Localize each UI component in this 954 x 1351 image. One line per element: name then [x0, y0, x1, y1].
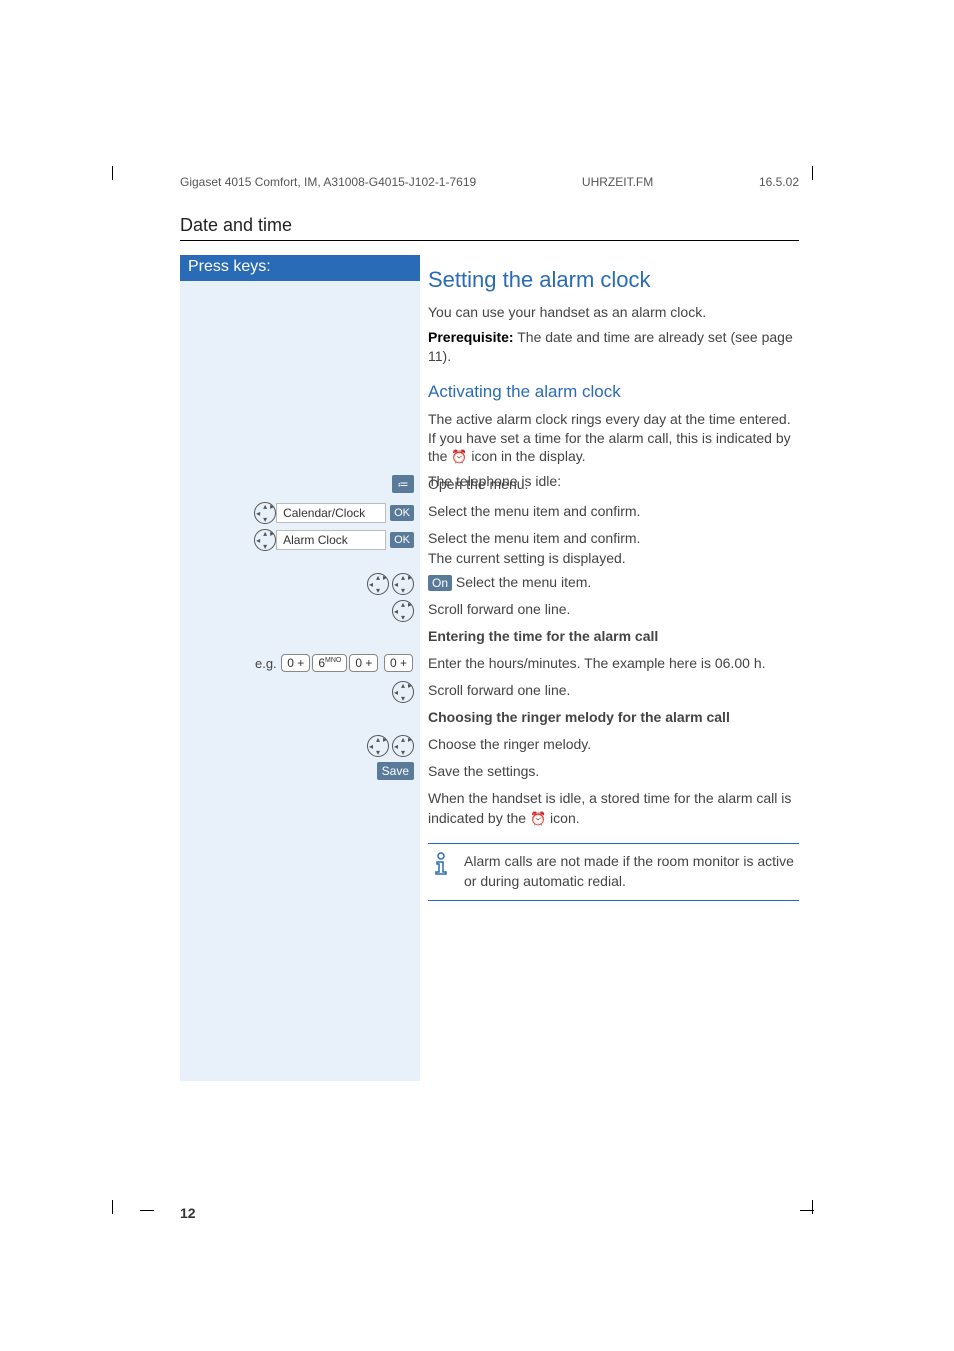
stored-a: When the handset is idle, a stored time …	[428, 790, 791, 826]
info-text: Alarm calls are not made if the room mon…	[464, 852, 795, 891]
alarm-desc-a: Select the menu item and confirm.	[428, 530, 640, 546]
activating-desc: The active alarm clock rings every day a…	[428, 410, 799, 467]
enter-desc: Enter the hours/minutes. The example her…	[420, 654, 799, 674]
row-info-box: Alarm calls are not made if the room mon…	[180, 833, 799, 900]
row-calendar: ◂▸ Calendar/Clock OK Select the menu ite…	[180, 502, 799, 524]
ok-badge: OK	[390, 505, 414, 521]
crop-mark	[112, 166, 113, 180]
info-icon	[432, 852, 450, 891]
activating-desc-b: icon in the display.	[468, 448, 586, 464]
intro-text: You can use your handset as an alarm clo…	[428, 303, 799, 322]
alarm-icon: ⏰	[530, 811, 546, 826]
doc-date: 16.5.02	[759, 175, 799, 189]
instruction-rows: ≔ Open the menu. ◂▸ Calendar/Clock OK Se…	[180, 470, 799, 906]
dpad-icon: ◂▸	[392, 681, 414, 703]
row-open-menu: ≔ Open the menu.	[180, 475, 799, 497]
on-text: Select the menu item.	[452, 574, 591, 590]
scroll2-text: Scroll forward one line.	[420, 681, 799, 701]
crop-mark	[812, 1200, 813, 1214]
section-title: Date and time	[180, 215, 799, 241]
dpad-icon: ◂▸	[392, 735, 414, 757]
press-keys-heading: Press keys:	[180, 255, 420, 281]
dpad-icon: ◂▸	[254, 502, 276, 524]
row-on: ◂▸ ◂▸ On Select the menu item.	[180, 573, 799, 595]
on-badge: On	[428, 575, 452, 591]
crop-mark	[140, 1210, 154, 1211]
save-badge: Save	[377, 762, 414, 780]
dpad-icon: ◂▸	[392, 573, 414, 595]
alarm-desc-b: The current setting is displayed.	[428, 550, 626, 566]
alarm-icon: ⏰	[451, 449, 467, 464]
eg-label: e.g.	[255, 656, 277, 671]
row-choosing-heading: Choosing the ringer melody for the alarm…	[180, 708, 799, 730]
doc-id: Gigaset 4015 Comfort, IM, A31008-G4015-J…	[180, 175, 476, 189]
content-column: Setting the alarm clock You can use your…	[428, 261, 799, 497]
info-box: Alarm calls are not made if the room mon…	[428, 843, 799, 900]
keycap-6: 6MNO	[312, 654, 347, 672]
row-entering-heading: Entering the time for the alarm call	[180, 627, 799, 649]
crop-mark	[812, 166, 813, 180]
keycap-0: 0 +	[281, 654, 310, 672]
row-choose-melody: ◂▸ ◂▸ Choose the ringer melody.	[180, 735, 799, 757]
open-menu-text: Open the menu.	[420, 475, 799, 495]
keycap-0: 0 +	[349, 654, 378, 672]
dpad-icon: ◂▸	[367, 735, 389, 757]
heading-activating: Activating the alarm clock	[428, 382, 799, 402]
heading-setting-alarm: Setting the alarm clock	[428, 267, 799, 293]
dpad-icon: ◂▸	[254, 529, 276, 551]
row-example-keys: e.g. 0 + 6MNO 0 + 0 + Enter the hours/mi…	[180, 654, 799, 676]
file-name: UHRZEIT.FM	[582, 175, 653, 189]
calendar-desc: Select the menu item and confirm.	[420, 502, 799, 522]
save-desc: Save the settings.	[420, 762, 799, 782]
row-scroll2: ◂▸ Scroll forward one line.	[180, 681, 799, 703]
running-header: Gigaset 4015 Comfort, IM, A31008-G4015-J…	[180, 175, 799, 189]
row-save: Save Save the settings.	[180, 762, 799, 784]
ok-badge: OK	[390, 532, 414, 548]
scroll1-text: Scroll forward one line.	[420, 600, 799, 620]
keycap-0: 0 +	[384, 654, 413, 672]
menu-item-alarm: Alarm Clock	[276, 530, 386, 550]
entering-heading: Entering the time for the alarm call	[420, 627, 799, 647]
row-stored-note: When the handset is idle, a stored time …	[180, 789, 799, 828]
on-desc: On Select the menu item.	[420, 573, 799, 593]
stored-b: icon.	[546, 810, 579, 826]
choosing-heading: Choosing the ringer melody for the alarm…	[420, 708, 799, 728]
prerequisite-text: Prerequisite: The date and time are alre…	[428, 328, 799, 366]
dpad-icon: ◂▸	[367, 573, 389, 595]
choose-desc: Choose the ringer melody.	[420, 735, 799, 755]
row-alarm: ◂▸ Alarm Clock OK Select the menu item a…	[180, 529, 799, 568]
dpad-icon: ◂▸	[392, 600, 414, 622]
prerequisite-label: Prerequisite:	[428, 329, 514, 345]
menu-item-calendar: Calendar/Clock	[276, 503, 386, 523]
crop-mark	[112, 1200, 113, 1214]
alarm-desc: Select the menu item and confirm. The cu…	[420, 529, 799, 568]
page-number: 12	[180, 1205, 196, 1221]
stored-note: When the handset is idle, a stored time …	[420, 789, 799, 828]
row-scroll1: ◂▸ Scroll forward one line.	[180, 600, 799, 622]
menu-icon: ≔	[392, 475, 414, 493]
